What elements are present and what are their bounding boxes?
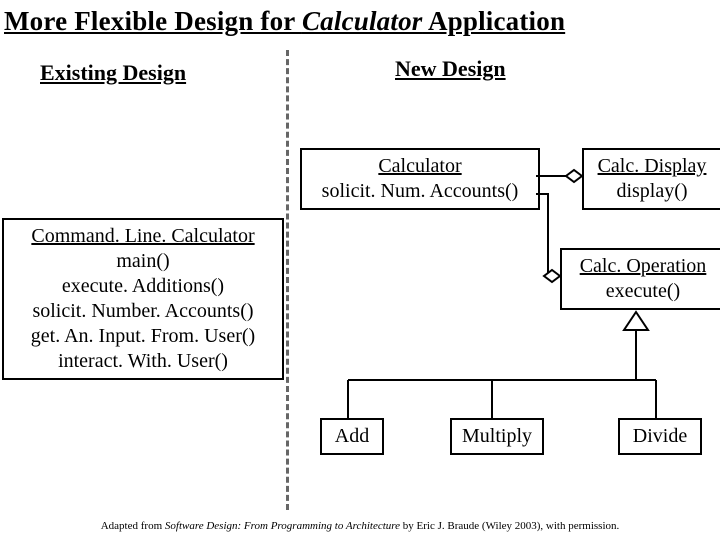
footer-book: Software Design: From Programming to Arc…	[165, 520, 400, 532]
op: get. An. Input. From. User()	[10, 324, 276, 349]
box-calcoperation: Calc. Operation execute()	[560, 248, 720, 310]
box-calcdisplay: Calc. Display display()	[582, 148, 720, 210]
box-divide: Divide	[618, 418, 702, 455]
assoc-calculator-calcdisplay	[536, 170, 582, 182]
op: solicit. Num. Accounts()	[308, 179, 532, 204]
box-name: Calc. Display	[590, 154, 714, 179]
box-name: Divide	[626, 424, 694, 449]
box-name: Calc. Operation	[568, 254, 718, 279]
box-calculator: Calculator solicit. Num. Accounts()	[300, 148, 540, 210]
op: interact. With. User()	[10, 349, 276, 374]
box-multiply: Multiply	[450, 418, 544, 455]
title-post: Application	[422, 6, 565, 36]
box-commandline-calculator: Command. Line. Calculator main() execute…	[2, 218, 284, 380]
footer-pre: Adapted from	[101, 520, 165, 532]
box-name: Add	[328, 424, 376, 449]
op: execute()	[568, 279, 718, 304]
box-name: Command. Line. Calculator	[10, 224, 276, 249]
op: solicit. Number. Accounts()	[10, 299, 276, 324]
box-add: Add	[320, 418, 384, 455]
footer-attribution: Adapted from Software Design: From Progr…	[0, 520, 720, 532]
box-name: Multiply	[458, 424, 536, 449]
title-pre: More Flexible Design for	[4, 6, 302, 36]
title-ital: Calculator	[302, 6, 423, 36]
page-title: More Flexible Design for Calculator Appl…	[0, 0, 720, 37]
op: main()	[10, 249, 276, 274]
op: execute. Additions()	[10, 274, 276, 299]
op: display()	[590, 179, 714, 204]
footer-post: by Eric J. Braude (Wiley 2003), with per…	[400, 520, 619, 532]
vertical-divider	[286, 50, 289, 510]
generalization-calcoperation	[348, 312, 656, 418]
box-name: Calculator	[308, 154, 532, 179]
heading-existing: Existing Design	[40, 60, 186, 86]
heading-new: New Design	[395, 56, 506, 82]
